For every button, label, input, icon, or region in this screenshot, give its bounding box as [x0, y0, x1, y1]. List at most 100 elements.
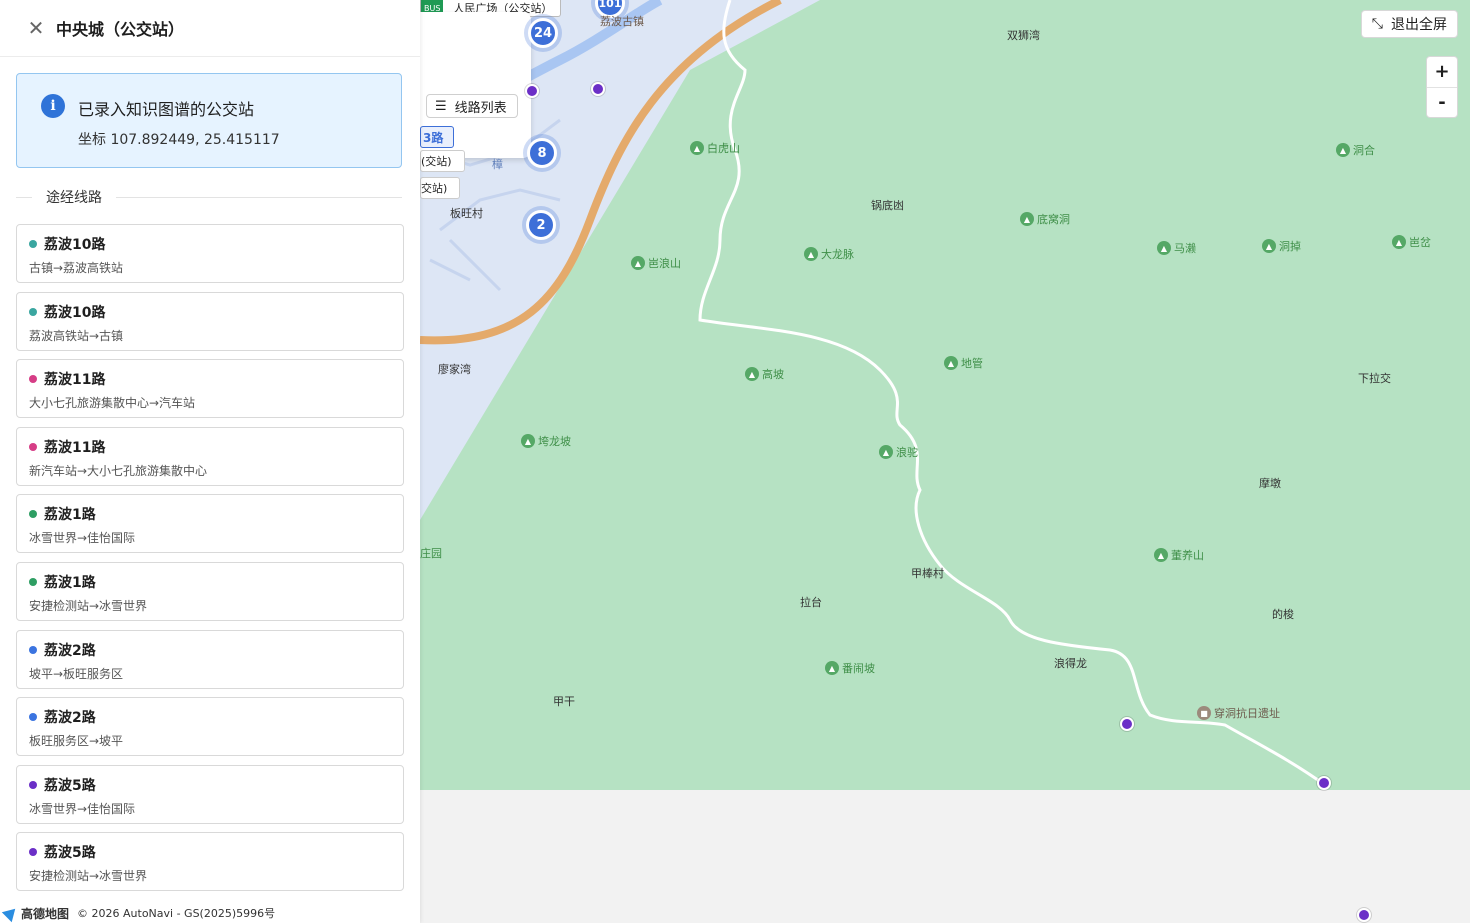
mountain-icon: ▲	[879, 445, 893, 459]
mountain-icon: ▲	[745, 367, 759, 381]
zoom-in-button[interactable]: +	[1427, 57, 1457, 88]
place-label: 庄园	[420, 547, 442, 560]
zoom-out-button[interactable]: -	[1427, 88, 1457, 118]
route-name: 荔波11路	[44, 372, 106, 389]
route-color-dot	[29, 307, 37, 316]
route-card[interactable]: 荔波2路 坡平→板旺服务区	[16, 629, 404, 689]
place-label: 甲棒村	[911, 567, 944, 580]
poi-marker[interactable]: ▲ 马濑	[1157, 240, 1196, 256]
route-name: 荔波1路	[44, 507, 96, 524]
route-card[interactable]: 荔波11路 新汽车站→大小七孔旅游集散中心	[16, 426, 404, 486]
poi-marker[interactable]: ■ 穿洞抗日遗址	[1197, 705, 1280, 721]
route-color-dot	[29, 240, 37, 248]
route-color-dot	[29, 780, 37, 789]
route-color-dot	[29, 577, 37, 586]
poi-marker[interactable]: ▲ 董养山	[1154, 547, 1204, 563]
mountain-icon: ▲	[690, 141, 704, 155]
route-direction: 安捷检测站→冰雪世界	[29, 598, 148, 613]
poi-marker[interactable]: ▲ 岜岔	[1392, 234, 1431, 250]
bus-stop-marker[interactable]	[1317, 776, 1331, 790]
place-label: 荔波古镇	[600, 15, 644, 28]
poi-marker[interactable]: ▲ 番闹坡	[825, 660, 875, 676]
mountain-icon: ▲	[1154, 548, 1168, 562]
route-direction: 板旺服务区→坡平	[29, 734, 124, 749]
place-label: 拉台	[800, 596, 822, 609]
route-card[interactable]: 荔波2路 板旺服务区→坡平	[16, 697, 404, 757]
page-title: 中央城（公交站）	[56, 20, 185, 39]
route-name: 荔波2路	[44, 642, 96, 659]
place-label: 下拉交	[1358, 372, 1391, 385]
place-label: 摩墩	[1259, 477, 1281, 490]
selected-route-chip[interactable]: 3路	[420, 126, 455, 148]
route-card[interactable]: 荔波10路 荔波高铁站→古镇	[16, 291, 404, 351]
bus-stop-marker[interactable]	[1357, 908, 1371, 922]
route-direction: 新汽车站→大小七孔旅游集散中心	[29, 463, 208, 478]
route-list-label: 线路列表	[454, 100, 507, 116]
map-attribution: 高德地图 © 2026 AutoNavi - GS(2025)5996号	[0, 903, 420, 923]
route-color-dot	[29, 510, 37, 519]
route-card[interactable]: 荔波1路 冰雪世界→佳怡国际	[16, 494, 404, 554]
panel-header: ✕ 中央城（公交站）	[0, 0, 420, 57]
close-icon[interactable]: ✕	[26, 16, 46, 40]
route-name: 荔波5路	[44, 777, 96, 794]
place-label: 浪得龙	[1054, 657, 1087, 670]
poi-marker[interactable]: ▲ 洞合	[1336, 142, 1375, 158]
place-label: 双狮湾	[1007, 29, 1040, 42]
place-label: 甲干	[553, 695, 575, 708]
route-name: 荔波10路	[44, 304, 106, 321]
route-name: 荔波2路	[44, 710, 96, 727]
route-name: 荔波5路	[44, 845, 96, 862]
station-chip-b[interactable]: 交站)	[420, 177, 461, 199]
mountain-icon: ▲	[631, 256, 645, 270]
poi-marker[interactable]: ▲ 白虎山	[690, 140, 740, 156]
route-color-dot	[29, 645, 37, 654]
mountain-icon: ▲	[521, 434, 535, 448]
bus-stop-marker[interactable]	[525, 84, 539, 98]
poi-marker[interactable]: ▲ 大龙脉	[804, 246, 854, 262]
mountain-icon: ▲	[1020, 212, 1034, 226]
poi-marker[interactable]: ▲ 浪驼	[879, 444, 918, 460]
info-title: 已录入知识图谱的公交站	[78, 100, 255, 119]
route-list-button[interactable]: ☰ 线路列表	[426, 94, 518, 118]
exit-fullscreen-button[interactable]: ⤡ 退出全屏	[1360, 10, 1458, 38]
navigation-arrow-icon	[1, 903, 21, 923]
cluster-marker[interactable]: 2	[526, 210, 556, 240]
poi-marker[interactable]: ▲ 洞掉	[1262, 238, 1301, 254]
mountain-icon: ▲	[1157, 241, 1171, 255]
poi-marker[interactable]: ▲ 岜浪山	[631, 255, 681, 271]
cluster-marker[interactable]: 24	[528, 18, 558, 48]
coordinate-text: 坐标 107.892449, 25.415117	[78, 132, 280, 148]
route-card[interactable]: 荔波11路 大小七孔旅游集散中心→汽车站	[16, 359, 404, 419]
place-label: 廖家湾	[438, 363, 471, 376]
station-detail-panel: ✕ 中央城（公交站） i 已录入知识图谱的公交站 坐标 107.892449, …	[0, 0, 420, 923]
mountain-icon: ▲	[1336, 143, 1350, 157]
route-card[interactable]: 荔波10路 古镇→荔波高铁站	[16, 224, 404, 283]
station-chip-a[interactable]: (交站)	[420, 150, 465, 172]
mountain-icon: ▲	[825, 661, 839, 675]
info-alert: i 已录入知识图谱的公交站 坐标 107.892449, 25.415117	[16, 73, 402, 168]
poi-marker[interactable]: ▲ 垮龙坡	[521, 433, 571, 449]
route-card[interactable]: 荔波1路 安捷检测站→冰雪世界	[16, 561, 404, 621]
landmark-icon: ■	[1197, 706, 1211, 720]
bus-stop-marker[interactable]	[1120, 717, 1134, 731]
exit-fullscreen-label: 退出全屏	[1391, 17, 1447, 33]
mountain-icon: ▲	[1392, 235, 1406, 249]
amap-logo[interactable]: 高德地图	[1, 903, 69, 923]
route-color-dot	[29, 713, 37, 722]
poi-marker[interactable]: ▲ 高坡	[745, 366, 784, 382]
mountain-icon: ▲	[804, 247, 818, 261]
route-name: 荔波11路	[44, 439, 106, 456]
section-label: 途经线路	[46, 190, 102, 206]
poi-marker[interactable]: ▲ 底窝洞	[1020, 211, 1070, 227]
cluster-marker[interactable]: 8	[527, 138, 557, 168]
route-name: 荔波1路	[44, 574, 96, 591]
route-card[interactable]: 荔波5路 安捷检测站→冰雪世界	[16, 832, 404, 892]
place-label: 板旺村	[450, 207, 483, 220]
zoom-control: + -	[1426, 56, 1458, 118]
route-card[interactable]: 荔波5路 冰雪世界→佳怡国际	[16, 764, 404, 824]
place-label: 樟	[492, 158, 503, 171]
poi-marker[interactable]: ▲ 地管	[944, 355, 983, 371]
place-label: 锅底凼	[871, 199, 904, 212]
route-direction: 冰雪世界→佳怡国际	[29, 801, 136, 816]
bus-stop-marker[interactable]	[591, 82, 605, 96]
